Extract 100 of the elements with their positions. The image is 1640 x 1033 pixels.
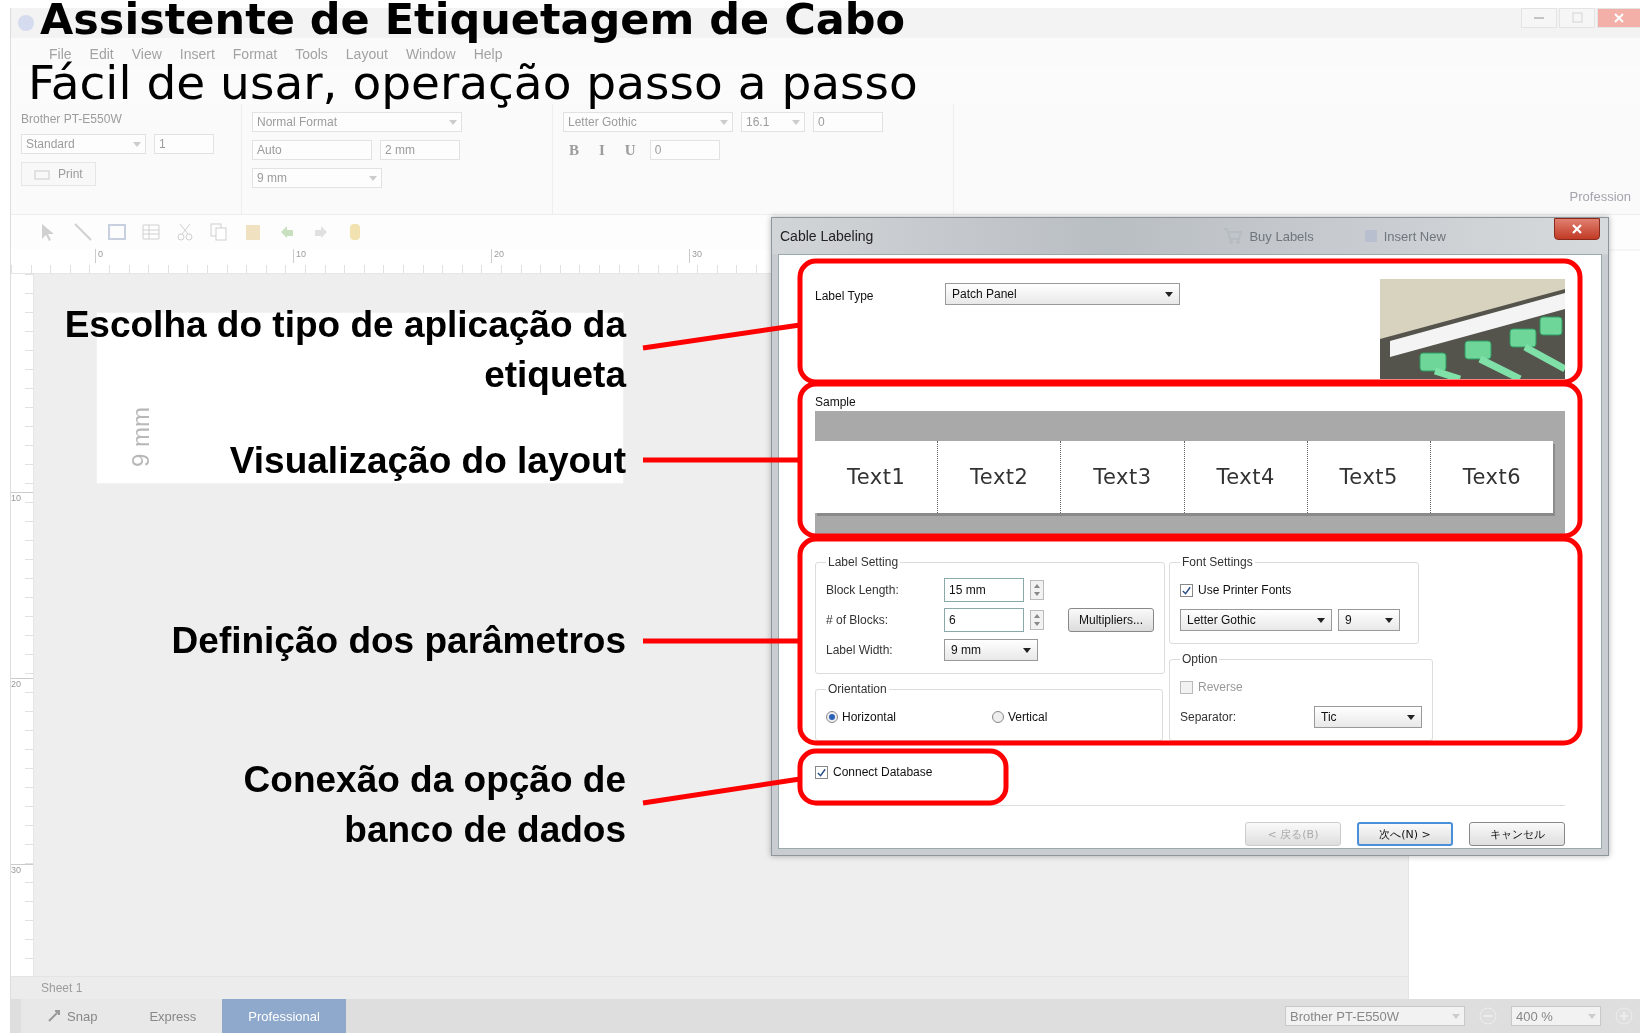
field-label: Block Length: <box>826 583 900 597</box>
ruler-number: 10 <box>11 492 33 678</box>
font-size-dropdown[interactable]: 16.1 <box>741 112 805 132</box>
dialog-button[interactable]: キャンセル <box>1469 822 1565 846</box>
format-button[interactable]: I <box>593 141 611 159</box>
spinner-arrows-icon[interactable] <box>1030 580 1044 600</box>
font-dropdown[interactable]: Letter Gothic <box>1180 609 1332 631</box>
caret-icon <box>369 175 377 181</box>
minimize-button[interactable] <box>1521 8 1557 28</box>
caret-icon <box>792 119 800 125</box>
close-icon <box>1572 224 1582 234</box>
copies-field[interactable]: 1 <box>154 134 214 154</box>
dialog-title: Cable Labeling <box>780 228 874 244</box>
mode-tab[interactable]: Snap <box>21 999 124 1033</box>
paste-icon[interactable] <box>243 222 263 242</box>
copy-icon[interactable] <box>209 222 229 242</box>
close-button[interactable] <box>1554 218 1600 240</box>
checkbox-option[interactable]: Use Printer Fonts <box>1180 583 1292 597</box>
block-text: Text3 <box>1060 441 1184 513</box>
font-size-dropdown[interactable]: 9 <box>1338 609 1400 631</box>
sheet-tab[interactable]: Sheet 1 <box>41 981 83 995</box>
caret-icon <box>1407 714 1415 720</box>
print-button[interactable]: Print <box>21 162 96 186</box>
radio-option[interactable]: Vertical <box>992 710 1152 724</box>
section-label: Sample <box>815 394 857 409</box>
zoom-dropdown[interactable]: 400 % <box>1511 1006 1601 1026</box>
format-button[interactable]: U <box>618 141 642 159</box>
caret-icon <box>1588 1013 1596 1019</box>
checkbox[interactable] <box>815 765 828 779</box>
callout-text: Definição dos parâmetros <box>171 619 626 663</box>
caret-icon <box>1452 1013 1460 1019</box>
slide-title: Assistente de Etiquetagem de Cabo <box>40 0 906 42</box>
radio-button[interactable] <box>992 711 1004 723</box>
menu-item[interactable]: Format <box>232 46 278 62</box>
spinner-arrows-icon[interactable] <box>1030 610 1044 630</box>
menu-item[interactable]: Window <box>405 46 456 62</box>
field-label: Label Width: <box>826 643 894 657</box>
printer-dropdown[interactable]: Brother PT-E550W <box>1285 1006 1465 1026</box>
scissors-icon[interactable] <box>175 222 195 242</box>
separator-dropdown[interactable]: Tic <box>1314 706 1422 728</box>
mode-tab[interactable]: Professional <box>222 999 346 1033</box>
close-icon <box>1614 13 1624 23</box>
edition-text: Profession <box>1569 189 1631 204</box>
blocks-field[interactable]: 6 <box>944 608 1024 632</box>
block-length-field[interactable]: 15 mm <box>944 578 1024 602</box>
ruler-number: 20 <box>11 678 33 864</box>
menu-item[interactable]: Insert <box>179 46 215 62</box>
line-spacing-field[interactable]: 0 <box>649 140 720 160</box>
margin-field[interactable]: 2 mm <box>380 140 460 160</box>
caret-icon <box>1317 617 1325 623</box>
multipliers-button[interactable]: Multipliers... <box>1068 608 1154 632</box>
snap-icon <box>47 1009 61 1023</box>
group-title: Orientation <box>827 682 888 696</box>
mode-tab[interactable]: Express <box>123 999 223 1033</box>
ruler-number: 20 <box>491 249 689 263</box>
radio-button[interactable] <box>826 711 838 723</box>
spacing-field[interactable]: 0 <box>813 112 883 132</box>
printer-icon <box>34 167 50 181</box>
menu-item[interactable]: Edit <box>89 46 114 62</box>
rectangle-icon[interactable] <box>107 222 127 242</box>
menu-item[interactable]: Help <box>473 46 503 62</box>
toolbar-link[interactable]: Buy Labels <box>1249 228 1314 244</box>
caret-icon <box>449 119 457 125</box>
menu-item[interactable]: Layout <box>345 46 388 62</box>
table-icon[interactable] <box>141 222 161 242</box>
checkbox[interactable] <box>1180 583 1193 597</box>
group-title: Label Setting <box>827 555 900 569</box>
format-dropdown[interactable]: Normal Format <box>252 112 462 132</box>
caret-icon <box>720 119 728 125</box>
label-type-dropdown[interactable]: Patch Panel <box>945 283 1180 305</box>
restore-button[interactable] <box>1559 8 1595 28</box>
restore-icon <box>1571 12 1583 24</box>
menu-item[interactable]: File <box>49 46 72 62</box>
block-text: Text4 <box>1183 441 1307 513</box>
label-width-dropdown[interactable]: 9 mm <box>944 639 1038 661</box>
radio-option[interactable]: Horizontal <box>826 710 986 724</box>
label-width-text: 9 mm <box>127 407 155 467</box>
line-icon[interactable] <box>73 222 93 242</box>
menu-item[interactable]: View <box>131 46 162 62</box>
ruler-number: 10 <box>293 249 491 263</box>
format-button[interactable]: B <box>563 141 585 159</box>
caret-icon <box>1023 647 1031 653</box>
check-icon <box>816 766 827 778</box>
dialog-button[interactable]: 次へ(N) > <box>1357 822 1453 846</box>
menu-item[interactable]: Tools <box>295 46 328 62</box>
caret-icon <box>1165 291 1173 297</box>
printer-name: Brother PT-E550W <box>21 112 123 126</box>
group-title: Font Settings <box>1181 555 1254 569</box>
app-logo-icon <box>17 14 35 32</box>
checkbox-option[interactable]: Connect Database <box>815 765 933 779</box>
callout-text: Escolha do tipo de aplicação da etiqueta <box>63 303 626 397</box>
width-dropdown[interactable]: 9 mm <box>252 168 382 188</box>
length-field[interactable]: Auto <box>252 140 372 160</box>
paper-dropdown[interactable]: Standard <box>21 134 146 154</box>
block-text: Text2 <box>937 441 1061 513</box>
font-dropdown[interactable]: Letter Gothic <box>563 112 733 132</box>
toolbar-link[interactable]: Insert New <box>1383 228 1446 244</box>
ruler-number: 30 <box>11 864 33 875</box>
caret-icon <box>1385 617 1393 623</box>
check-icon <box>1181 584 1192 596</box>
